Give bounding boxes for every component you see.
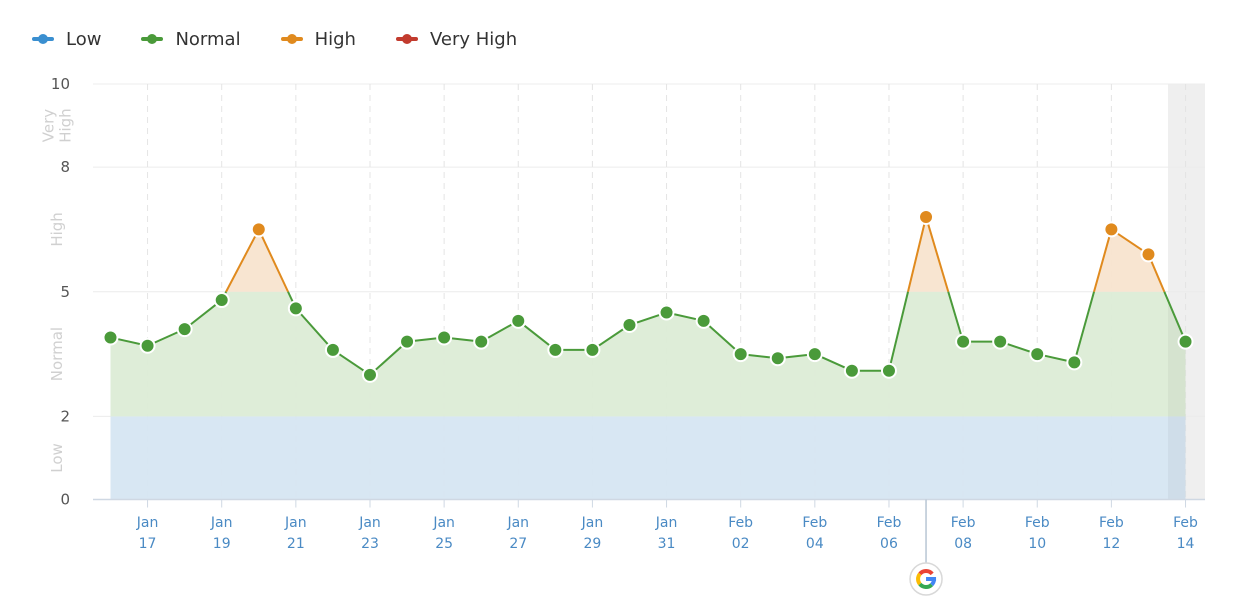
x-tick-label-day: 06	[880, 536, 898, 552]
data-point	[139, 337, 156, 354]
data-point	[1066, 354, 1083, 371]
x-tick-label-day: 08	[954, 536, 972, 552]
data-point	[1177, 333, 1194, 350]
data-point	[695, 312, 712, 329]
band-axis-label: High	[57, 108, 75, 142]
data-point	[658, 304, 675, 321]
x-tick-label-month: Jan	[284, 515, 307, 531]
x-tick-label-month: Feb	[1099, 515, 1124, 531]
x-tick-label-month: Feb	[1173, 515, 1198, 531]
x-tick-label-month: Feb	[1025, 515, 1050, 531]
data-point	[324, 341, 341, 358]
data-point	[843, 362, 860, 379]
data-point	[547, 341, 564, 358]
x-tick-label-day: 12	[1102, 536, 1120, 552]
x-tick-label-day: 10	[1028, 536, 1046, 552]
data-point	[992, 333, 1009, 350]
volatility-chart: 025810LowNormalHighVery HighJan17Jan19Jan…	[40, 75, 1205, 596]
data-point	[1103, 221, 1120, 238]
x-tick-label-day: 04	[806, 536, 824, 552]
x-tick-label-month: Feb	[877, 515, 902, 531]
x-tick-label-day: 14	[1177, 536, 1195, 552]
data-point	[102, 329, 119, 346]
x-tick-label-day: 21	[287, 536, 305, 552]
x-tick-label-month: Feb	[802, 515, 827, 531]
x-tick-label-month: Jan	[655, 515, 678, 531]
x-tick-label-month: Jan	[506, 515, 529, 531]
band-fill-normal	[110, 291, 1186, 417]
data-point	[250, 221, 267, 238]
x-tick-label-month: Jan	[136, 515, 159, 531]
x-tick-label-month: Jan	[432, 515, 455, 531]
x-tick-label-day: 27	[509, 536, 527, 552]
y-tick-label: 0	[60, 491, 70, 509]
x-tick-label-month: Feb	[951, 515, 976, 531]
x-tick-label-month: Feb	[728, 515, 753, 531]
y-tick-label: 2	[60, 407, 70, 425]
x-tick-label-month: Jan	[358, 515, 381, 531]
band-axis-label: Low	[48, 443, 66, 473]
x-tick-label-day: 23	[361, 536, 379, 552]
data-point	[510, 312, 527, 329]
x-tick-label-day: 25	[435, 536, 453, 552]
band-fill-high	[110, 216, 1186, 292]
data-point	[361, 366, 378, 383]
data-point	[880, 362, 897, 379]
data-point	[806, 346, 823, 363]
google-g-arc	[916, 572, 922, 586]
google-g-bar	[926, 577, 937, 581]
x-tick-label-day: 19	[213, 536, 231, 552]
band-axis-label: High	[48, 212, 66, 246]
data-point	[1029, 346, 1046, 363]
data-point	[918, 208, 935, 225]
data-point	[287, 300, 304, 317]
data-point	[176, 321, 193, 338]
data-point	[621, 316, 638, 333]
y-tick-label: 8	[60, 158, 70, 176]
data-point	[213, 292, 230, 309]
data-point	[732, 346, 749, 363]
y-tick-label: 10	[51, 75, 70, 93]
data-point	[584, 341, 601, 358]
x-tick-label-day: 02	[732, 536, 750, 552]
x-tick-label-day: 31	[658, 536, 676, 552]
data-point	[399, 333, 416, 350]
band-fill-low	[110, 416, 1186, 500]
data-point	[769, 350, 786, 367]
google-icon[interactable]	[909, 562, 943, 596]
data-point	[436, 329, 453, 346]
data-point	[473, 333, 490, 350]
x-tick-label-month: Jan	[210, 515, 233, 531]
band-axis-label: Normal	[48, 327, 66, 381]
data-point	[955, 333, 972, 350]
band-axis-label: Very	[40, 109, 58, 142]
y-tick-label: 5	[60, 283, 70, 301]
data-point	[1140, 246, 1157, 263]
band-fill-very-high	[111, 84, 1186, 167]
x-tick-label-month: Jan	[581, 515, 604, 531]
x-tick-label-day: 17	[139, 536, 157, 552]
x-tick-label-day: 29	[583, 536, 601, 552]
